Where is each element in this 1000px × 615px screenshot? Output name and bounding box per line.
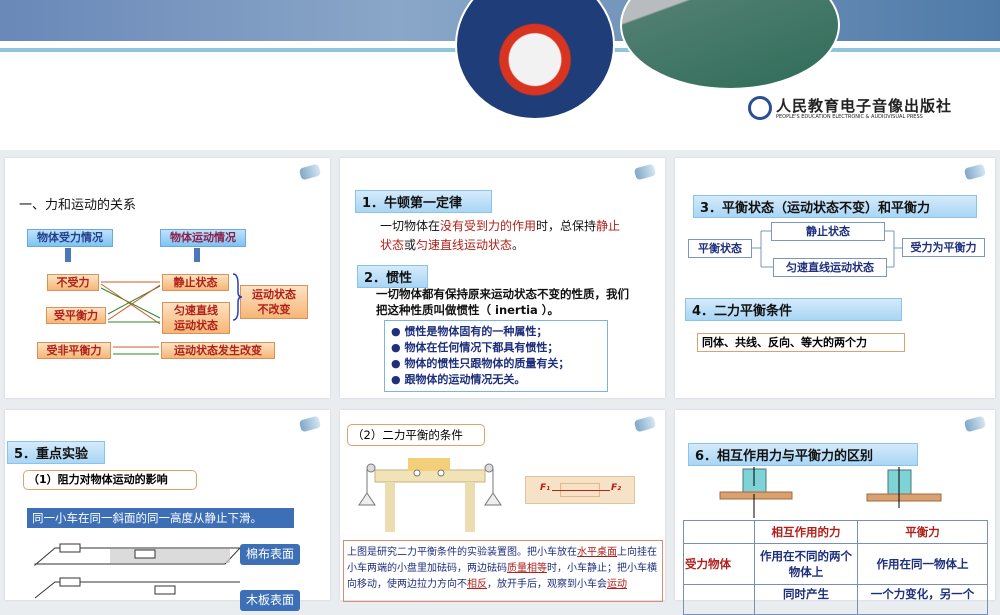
inertia-heading: 2．惯性 <box>357 265 428 288</box>
bullet-text: 物体的惯性只跟物体的质量有关； <box>404 357 570 370</box>
ramp-diagram <box>34 543 240 599</box>
experiment-table-diagram <box>358 458 502 532</box>
bullet-text: 跟物体的运动情况无关。 <box>404 373 526 386</box>
table-cell: 作用在同一物体上 <box>857 543 988 585</box>
binoculars-icon <box>298 415 322 433</box>
slide-thumbnail-6[interactable]: 6．相互作用力与平衡力的区别 相互作用的力 平衡力 受力物体 作用在不同的两个物体上… <box>675 410 995 615</box>
column-header: 相互作用的力 <box>754 520 858 544</box>
text: 匀速直线运动状态 <box>416 238 513 252</box>
key-experiment-heading: 5．重点实验 <box>7 441 105 464</box>
inertia-definition: 一切物体都有保持原来运动状态不变的性质，我们把这种性质叫做惯性（ inertia… <box>376 287 629 317</box>
inertia-properties-box: ● 惯性是物体固有的一种属性； ● 物体在任何情况下都具有惯性； ● 物体的惯性… <box>384 320 608 392</box>
bullet-item: ● 物体的惯性只跟物体的质量有关； <box>391 357 570 370</box>
bracket-lines <box>752 230 902 268</box>
answer-blank: 质量相等 <box>507 563 547 574</box>
slide-thumbnail-1[interactable]: 一、力和运动的关系 物体受力情况 物体运动情况 不受力 受平衡力 受非平衡力 静… <box>5 158 330 398</box>
force-f2-label: F₂ <box>611 483 622 493</box>
answer-blank: 相反 <box>467 579 487 590</box>
slide-thumbnail-2[interactable]: 1．牛顿第一定律 一切物体在没有受到力的作用时，总保持静止状态或匀速直线运动状态… <box>340 158 665 398</box>
bullet-item: ● 惯性是物体固有的一种属性； <box>391 325 548 338</box>
answer-blank: 水平桌面 <box>577 547 617 558</box>
text: 或 <box>404 238 417 252</box>
cotton-surface-label: 棉布表面 <box>240 544 300 565</box>
newton-first-law-heading: 1．牛顿第一定律 <box>355 190 492 213</box>
binoculars-icon <box>633 415 657 433</box>
publisher-name: 人民教育电子音像出版社 <box>776 97 953 115</box>
bullet-text: 物体在任何情况下都具有惯性； <box>404 341 559 354</box>
instruction-banner: 同一小车在同一斜面的同一高度从静止下滑。 <box>27 508 294 528</box>
slide-thumbnail-5[interactable]: （2）二力平衡的条件 F₁ F₂ 上图是研究二力平衡条件的实验装置图。把小车放在… <box>340 410 665 602</box>
bullet-text: 惯性是物体固有的一种属性； <box>404 325 548 338</box>
wood-surface-label: 木板表面 <box>240 590 300 611</box>
publisher-name-en: PEOPLE'S EDUCATION ELECTRONIC & AUDIOVIS… <box>776 114 923 120</box>
answer-blank: 运动 <box>607 579 627 590</box>
force-diagram: F₁ F₂ <box>525 476 635 504</box>
text: ，放开手后，观察到小车会 <box>487 579 607 590</box>
header-banner: 人民教育电子音像出版社 PEOPLE'S EDUCATION ELECTRONI… <box>0 0 1000 150</box>
binoculars-icon <box>633 163 657 181</box>
table-cell: 作用在不同的两个物体上 <box>754 543 858 585</box>
submersible-image <box>455 0 615 120</box>
force-block-diagrams <box>719 467 942 518</box>
column-header: 平衡力 <box>857 520 988 544</box>
slide-thumbnail-3[interactable]: 3．平衡状态（运动状态不变）和平衡力 平衡状态 静止状态 匀速直线运动状态 受力… <box>675 158 995 398</box>
force-arrow-line <box>552 490 610 491</box>
text: 。 <box>512 238 525 252</box>
text: 时，总保持 <box>536 219 597 233</box>
logo-icon <box>748 96 772 120</box>
experiment-description: 上图是研究二力平衡条件的实验装置图。把小车放在水平桌面上向挂在小车两端的小盘里加… <box>343 540 663 602</box>
aircraft-carrier-image <box>620 0 840 90</box>
two-force-experiment-label: （2）二力平衡的条件 <box>347 424 485 446</box>
bullet-item: ● 物体在任何情况下都具有惯性； <box>391 341 559 354</box>
row-header: 受力物体 <box>683 543 755 585</box>
relationship-arrows <box>100 273 243 355</box>
first-law-text: 一切物体在没有受到力的作用时，总保持静止状态或匀速直线运动状态。 <box>380 217 630 255</box>
text: 上图是研究二力平衡条件的实验装置图。把小车放在 <box>347 547 577 558</box>
comparison-table: 相互作用的力 平衡力 受力物体 作用在不同的两个物体上 作用在同一物体上 同时产生 一个… <box>683 520 988 615</box>
resistance-experiment-label: （1）阻力对物体运动的影响 <box>23 470 197 490</box>
two-force-condition-heading: 4．二力平衡条件 <box>685 298 902 321</box>
text: 一切物体在 <box>380 219 441 233</box>
conditions-box: 同体、共线、反向、等大的两个力 <box>697 333 905 352</box>
empty-cell <box>683 520 755 544</box>
bullet-item: ● 跟物体的运动情况无关。 <box>391 373 526 386</box>
text: 没有受到力的作用 <box>440 219 537 233</box>
publisher-logo: 人民教育电子音像出版社 PEOPLE'S EDUCATION ELECTRONI… <box>748 95 968 123</box>
force-f1-label: F₁ <box>540 483 551 493</box>
slide-thumbnail-4[interactable]: 5．重点实验 （1）阻力对物体运动的影响 同一小车在同一斜面的同一高度从静止下滑… <box>5 410 330 611</box>
